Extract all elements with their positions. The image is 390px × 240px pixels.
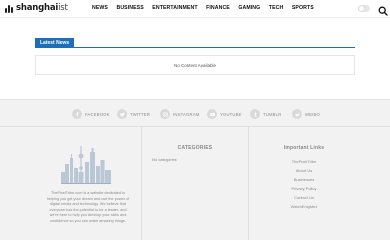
footer-link[interactable]: About Us: [249, 166, 359, 175]
search-button[interactable]: [378, 3, 388, 16]
toggle-knob: [359, 6, 364, 11]
categories-empty: No categories: [152, 157, 177, 162]
youtube-icon: [207, 109, 217, 119]
nav-gaming[interactable]: GAMING: [238, 5, 260, 11]
important-links-list: ThePixelTribe About Us Businesses Privac…: [249, 157, 359, 211]
social-label: FACEBOOK: [85, 111, 110, 117]
footer-link[interactable]: ThePixelTribe: [249, 157, 359, 166]
social-twitter[interactable]: TWITTER: [117, 109, 150, 119]
facebook-icon: [72, 109, 82, 119]
dark-mode-toggle[interactable]: [358, 5, 370, 12]
nav-sports[interactable]: SPORTS: [292, 5, 314, 11]
nav-business[interactable]: BUSINESS: [116, 5, 143, 11]
site-logo[interactable]: shanghaiist: [5, 3, 68, 13]
weibo-icon: [292, 109, 302, 119]
footer-link[interactable]: Contact Us: [249, 193, 359, 202]
latest-news-empty: No Content Available: [35, 55, 355, 75]
nav-tech[interactable]: TECH: [269, 5, 284, 11]
column-divider: [141, 127, 142, 240]
logo-icon: [5, 4, 14, 13]
instagram-icon: [160, 109, 170, 119]
nav-news[interactable]: NEWS: [92, 5, 108, 11]
site-header: shanghaiist NEWS BUSINESS ENTERTAINMENT …: [0, 0, 390, 18]
social-weibo[interactable]: WEIBO: [292, 109, 320, 119]
important-links-title: Important Links: [283, 145, 325, 151]
footer-link[interactable]: WatchEnigMex: [249, 202, 359, 211]
nav-finance[interactable]: FINANCE: [206, 5, 230, 11]
twitter-icon: [117, 109, 127, 119]
logo-text: shanghaiist: [16, 3, 68, 13]
social-label: INSTAGRAM: [173, 111, 200, 117]
social-instagram[interactable]: INSTAGRAM: [160, 109, 199, 119]
skyline-illustration: [61, 146, 111, 184]
categories-title: CATEGORIES: [177, 145, 213, 151]
footer-link[interactable]: Businesses: [249, 175, 359, 184]
social-youtube[interactable]: YOUTUBE: [207, 109, 242, 119]
social-tumblr[interactable]: TUMBLR: [250, 109, 281, 119]
site-footer: FACEBOOK TWITTER INSTAGRAM YOUTUBE TUMBL…: [0, 99, 390, 240]
social-label: YOUTUBE: [220, 111, 242, 117]
footer-link[interactable]: Privacy Policy: [249, 184, 359, 193]
social-facebook[interactable]: FACEBOOK: [72, 109, 110, 119]
about-text: ThePixelTribe.com is a website dedicated…: [46, 191, 130, 223]
search-icon: [378, 6, 388, 16]
nav-entertainment[interactable]: ENTERTAINMENT: [152, 5, 197, 11]
footer-divider: [0, 126, 390, 127]
tumblr-icon: [250, 109, 260, 119]
section-divider: [35, 47, 355, 48]
social-label: TWITTER: [130, 111, 151, 117]
social-label: WEIBO: [305, 111, 320, 117]
social-label: TUMBLR: [263, 111, 282, 117]
main-nav: NEWS BUSINESS ENTERTAINMENT FINANCE GAMI…: [92, 5, 322, 11]
